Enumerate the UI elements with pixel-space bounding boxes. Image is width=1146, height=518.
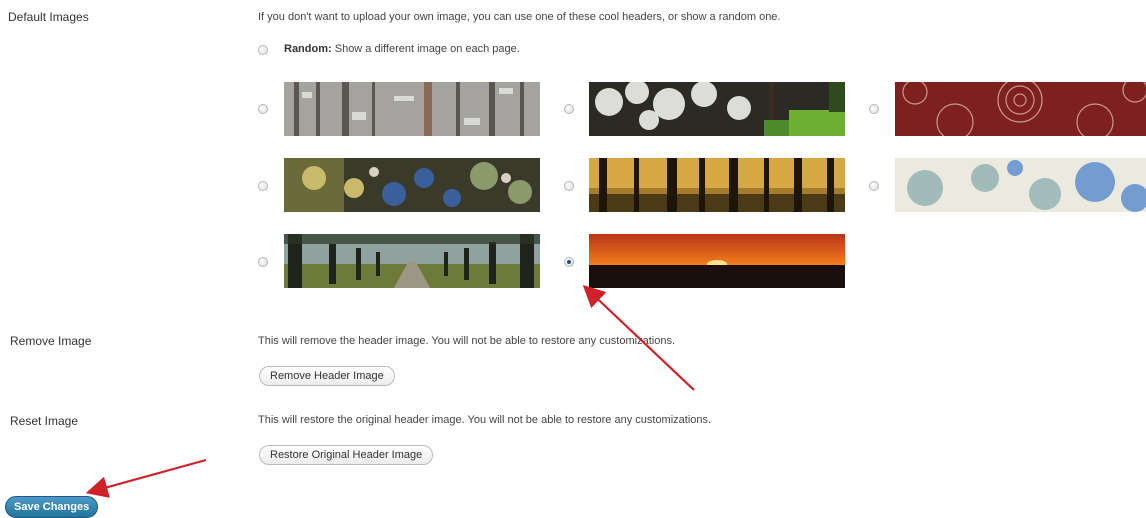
header-radio-flowers[interactable]	[258, 181, 268, 191]
header-radio-tree-lined-path[interactable]	[258, 257, 268, 267]
reset-image-description: This will restore the original header im…	[258, 414, 712, 426]
header-radio-snowy-forest[interactable]	[258, 104, 268, 114]
header-thumb-blue-pattern[interactable]	[895, 158, 1146, 212]
random-bold: Random:	[284, 43, 332, 55]
header-thumb-sunset-horizon[interactable]	[589, 234, 845, 288]
reset-image-label: Reset Image	[10, 414, 79, 428]
header-thumb-red-lace[interactable]	[895, 82, 1146, 136]
restore-original-header-image-button[interactable]: Restore Original Header Image	[259, 445, 434, 465]
header-thumb-snowy-forest[interactable]	[284, 82, 540, 136]
remove-image-label: Remove Image	[10, 334, 92, 348]
random-text: Show a different image on each page.	[334, 43, 520, 55]
arrow-to-save-button	[85, 458, 207, 498]
random-radio[interactable]	[258, 45, 268, 55]
header-radio-sunset-horizon[interactable]	[564, 257, 574, 267]
header-thumb-forest-sunset[interactable]	[589, 158, 845, 212]
header-thumb-tree-lined-path[interactable]	[284, 234, 540, 288]
header-thumb-white-blossoms[interactable]	[589, 82, 845, 136]
header-radio-red-lace[interactable]	[869, 104, 879, 114]
header-radio-white-blossoms[interactable]	[564, 104, 574, 114]
default-images-label: Default Images	[8, 10, 89, 24]
random-option-label: Random: Show a different image on each p…	[284, 43, 520, 55]
header-radio-forest-sunset[interactable]	[564, 181, 574, 191]
remove-header-image-button[interactable]: Remove Header Image	[259, 366, 395, 386]
remove-image-description: This will remove the header image. You w…	[258, 335, 675, 347]
default-images-description: If you don't want to upload your own ima…	[258, 11, 781, 23]
header-radio-blue-pattern[interactable]	[869, 181, 879, 191]
save-changes-button[interactable]: Save Changes	[5, 496, 99, 518]
header-thumb-flowers[interactable]	[284, 158, 540, 212]
